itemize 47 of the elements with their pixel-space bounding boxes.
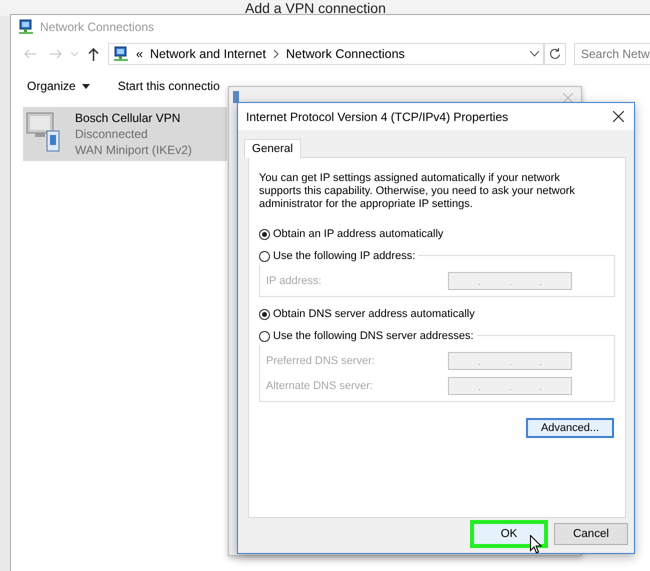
ip-address-field[interactable] (448, 377, 572, 395)
up-arrow-icon (88, 48, 98, 60)
field-label: Preferred DNS server: (266, 355, 375, 367)
ip-address-field[interactable] (448, 272, 572, 290)
address-bar[interactable]: « Network and Internet Network Connections (108, 43, 544, 65)
window-title: Add a VPN connection (245, 0, 386, 16)
ok-button[interactable]: OK (470, 520, 548, 548)
field-label: Alternate DNS server: (266, 380, 373, 392)
forward-arrow-icon (50, 49, 62, 59)
chevron-icon (273, 50, 279, 58)
connection-name: Bosch Cellular VPN (75, 111, 182, 126)
search-field[interactable]: Search Netw (574, 43, 650, 65)
radio-label: Obtain DNS server address automatically (273, 308, 475, 320)
radio-button[interactable] (259, 250, 270, 262)
network-icon (113, 46, 129, 62)
caret-icon (82, 84, 90, 88)
organize-menu[interactable]: Organize (19, 76, 98, 96)
radio-label: Obtain an IP address automatically (273, 228, 444, 240)
radio-button[interactable] (259, 308, 270, 320)
breadcrumb-link[interactable]: Network and Internet (150, 47, 266, 61)
connection-item[interactable]: Bosch Cellular VPN Disconnected WAN Miniport (IKEv2) (23, 107, 227, 161)
dialog-title: Internet Protocol Version 4 (TCP/IPv4) Properties (246, 110, 508, 124)
dropdown-icon (530, 51, 539, 57)
network-icon (232, 91, 240, 103)
cursor-icon (530, 535, 542, 554)
caret-icon (71, 52, 78, 56)
breadcrumb-link[interactable]: Network Connections (286, 47, 405, 61)
cancel-button[interactable]: Cancel (554, 523, 628, 545)
advanced-button[interactable]: Advanced... (526, 418, 614, 438)
connection-status: Disconnected (75, 126, 149, 142)
overflow-chevron[interactable]: « (136, 47, 143, 61)
radio-label: Use the following IP address: (273, 250, 416, 262)
tab[interactable]: General (244, 139, 301, 158)
close-icon[interactable] (613, 111, 624, 122)
field-label: IP address: (266, 275, 322, 287)
ip-address-field[interactable] (448, 352, 572, 370)
radio-button[interactable] (259, 228, 270, 240)
radio-label: Use the following DNS server addresses: (273, 330, 474, 342)
window-title: Network Connections (40, 20, 154, 34)
network-icon (18, 19, 34, 35)
refresh-button[interactable] (544, 43, 566, 65)
toolbar-button[interactable]: Start this connectio (110, 76, 228, 96)
refresh-icon (549, 48, 561, 60)
radio-button[interactable] (259, 330, 270, 342)
device-name: WAN Miniport (IKEv2) (75, 142, 192, 158)
description-text: You can get IP settings assigned automatically if your network supports this capability. Otherwise, you need to ask your network administrator for the appropriate IP settings. (259, 172, 576, 211)
back-arrow-icon (24, 49, 36, 59)
